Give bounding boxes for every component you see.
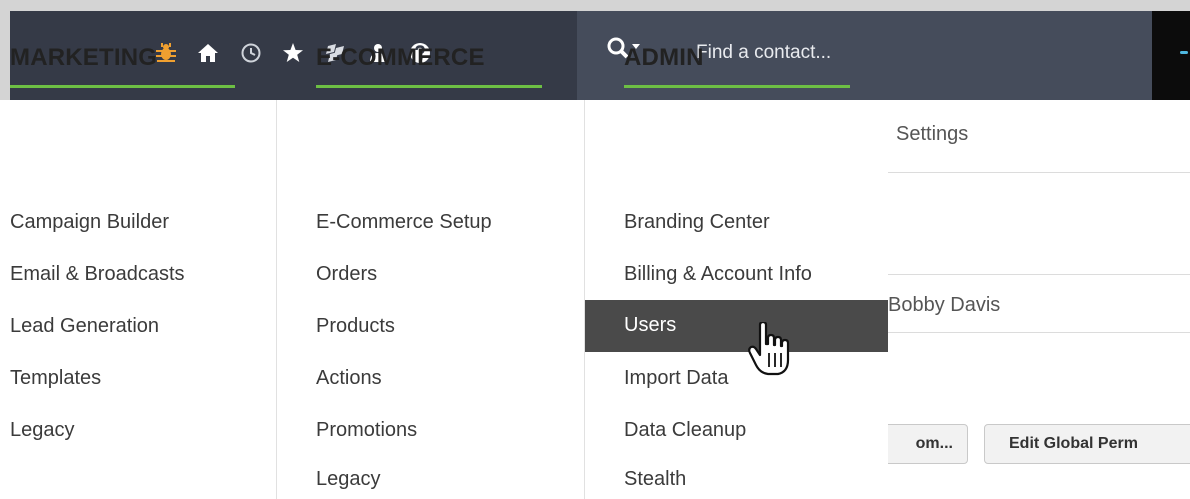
clock-icon[interactable] — [240, 42, 262, 64]
menu-item-stealth[interactable]: Stealth — [624, 468, 686, 491]
menu-item-campaign-builder[interactable]: Campaign Builder — [10, 211, 169, 234]
button-label: om... — [915, 435, 953, 452]
menu-item-marketing-legacy[interactable]: Legacy — [10, 419, 75, 442]
divider — [888, 332, 1190, 333]
divider — [888, 172, 1190, 173]
bug-icon[interactable] — [155, 42, 177, 64]
search-input[interactable]: Find a contact... — [696, 42, 831, 64]
menu-item-users-label: Users — [624, 314, 677, 336]
marketing-underline — [10, 85, 235, 88]
menu-item-orders[interactable]: Orders — [316, 263, 377, 286]
menu-item-ecommerce-setup[interactable]: E-Commerce Setup — [316, 211, 492, 234]
edit-global-permissions-button[interactable]: Edit Global Perm — [984, 424, 1190, 464]
marketing-heading: MARKETING — [10, 44, 158, 71]
menu-item-ecommerce-legacy[interactable]: Legacy — [316, 468, 381, 491]
column-divider — [276, 100, 277, 499]
menu-item-promotions[interactable]: Promotions — [316, 419, 417, 442]
menu-item-import-data[interactable]: Import Data — [624, 367, 728, 390]
settings-heading: Settings — [896, 123, 969, 145]
ecommerce-underline — [316, 85, 542, 88]
home-icon[interactable] — [197, 42, 219, 64]
menu-item-data-cleanup[interactable]: Data Cleanup — [624, 419, 746, 442]
ecommerce-heading: E-COMMERCE — [316, 44, 485, 71]
menu-item-templates[interactable]: Templates — [10, 367, 101, 390]
menu-item-branding-center[interactable]: Branding Center — [624, 211, 770, 234]
button-label: Edit Global Perm — [1009, 435, 1138, 452]
admin-underline — [624, 85, 850, 88]
menu-item-email-broadcasts[interactable]: Email & Broadcasts — [10, 263, 185, 286]
top-bar-right-edge — [1152, 11, 1190, 100]
menu-item-lead-generation[interactable]: Lead Generation — [10, 315, 159, 338]
menu-item-actions[interactable]: Actions — [316, 367, 382, 390]
admin-heading: ADMIN — [624, 44, 704, 71]
hand-cursor-icon — [748, 320, 798, 382]
menu-item-billing-account-info[interactable]: Billing & Account Info — [624, 263, 812, 286]
menu-item-products[interactable]: Products — [316, 315, 395, 338]
accent-mark — [1180, 51, 1188, 54]
divider — [888, 274, 1190, 275]
user-name: Bobby Davis — [888, 294, 1001, 316]
star-icon[interactable] — [282, 42, 304, 64]
menu-item-users[interactable]: Users — [585, 300, 888, 352]
